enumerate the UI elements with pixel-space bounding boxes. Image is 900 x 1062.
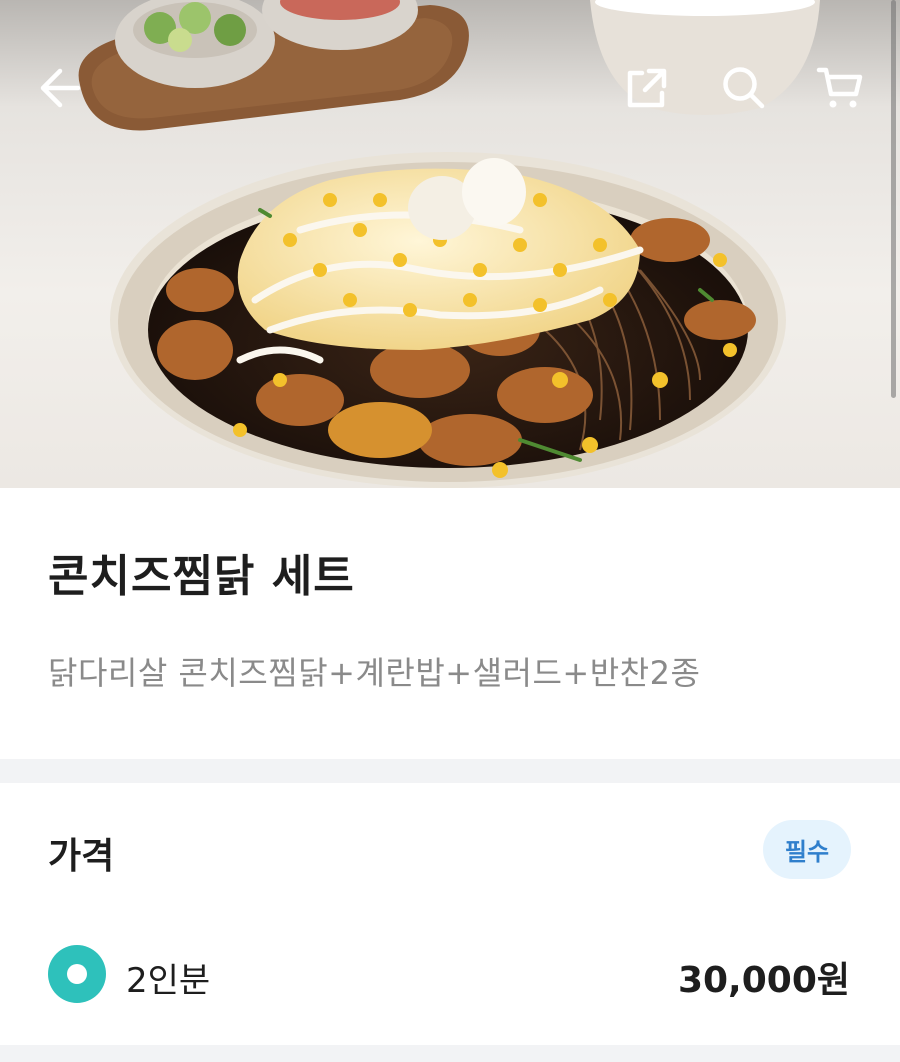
cart-button[interactable] — [802, 50, 878, 126]
top-nav-bar — [0, 50, 900, 126]
product-title: 콘치즈찜닭 세트 — [48, 551, 355, 602]
price-section: 가격 필수 2인분 30,000원 — [0, 783, 900, 1045]
cart-icon — [816, 67, 863, 108]
section-divider — [0, 759, 900, 783]
product-detail-page: 콘치즈찜닭 세트 닭다리살 콘치즈찜닭+계란밥+샐러드+반찬2종 가격 필수 2… — [0, 0, 900, 1062]
product-info: 콘치즈찜닭 세트 닭다리살 콘치즈찜닭+계란밥+샐러드+반찬2종 — [0, 488, 900, 759]
search-icon — [723, 67, 765, 109]
section-divider-bottom — [0, 1045, 900, 1062]
option-price: 30,000원 — [677, 960, 850, 1001]
price-section-title: 가격 — [48, 836, 115, 877]
share-icon — [627, 68, 667, 108]
arrow-left-icon — [40, 68, 81, 108]
back-button[interactable] — [22, 50, 98, 126]
option-label: 2인분 — [126, 961, 211, 1001]
price-option-row[interactable]: 2인분 30,000원 — [0, 941, 900, 1007]
radio-selected-icon[interactable] — [48, 945, 106, 1003]
search-button[interactable] — [706, 50, 782, 126]
share-button[interactable] — [609, 50, 685, 126]
product-description: 닭다리살 콘치즈찜닭+계란밥+샐러드+반찬2종 — [48, 654, 701, 692]
required-badge: 필수 — [763, 820, 851, 879]
radio-dot — [67, 964, 87, 984]
product-image — [0, 0, 900, 488]
